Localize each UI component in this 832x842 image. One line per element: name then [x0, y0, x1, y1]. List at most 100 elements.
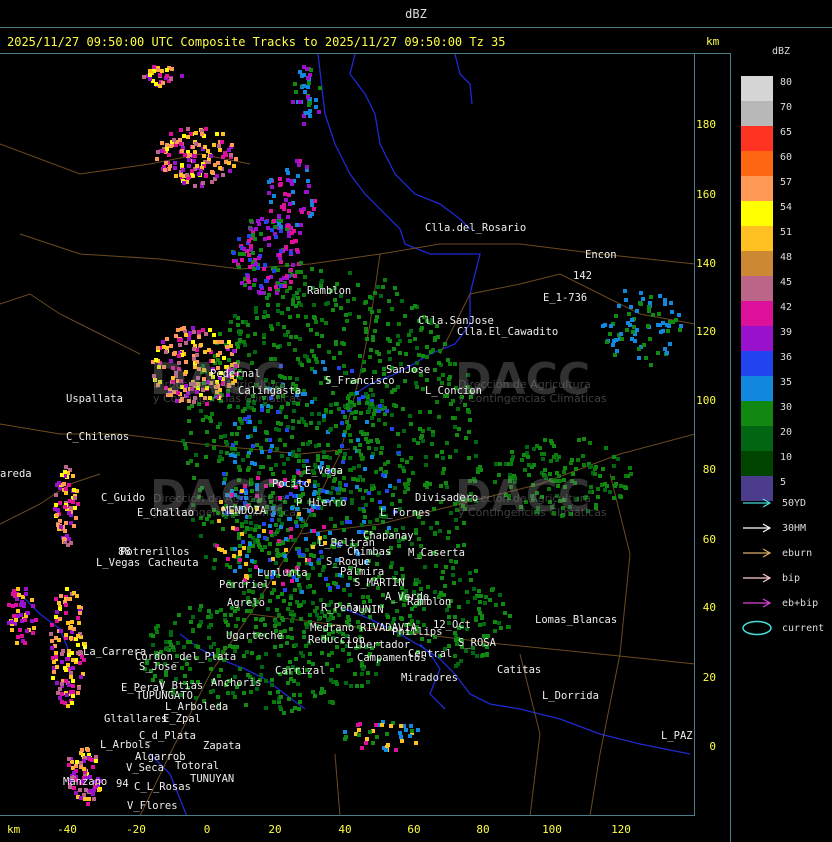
legend-swatch — [741, 126, 773, 151]
x-tick-label: -20 — [126, 823, 146, 836]
place-label: Encon — [585, 249, 617, 261]
place-label: C_L_Rosas — [134, 781, 191, 793]
x-tick-label: 120 — [611, 823, 631, 836]
y-tick-label: 40 — [702, 601, 716, 614]
place-label: Lunlunta — [257, 567, 308, 579]
x-tick-label: 100 — [542, 823, 562, 836]
y-tick-label: 80 — [702, 463, 716, 476]
place-label: Manzano — [63, 776, 108, 788]
place-label: Pocito — [272, 478, 310, 490]
place-label: Miradores — [401, 672, 458, 684]
legend-swatch — [741, 276, 773, 301]
legend-swatch-label: 5 — [780, 477, 787, 488]
place-label: L_Fornes — [380, 507, 431, 519]
arrow-icon — [743, 598, 772, 608]
x-tick-label: 60 — [407, 823, 421, 836]
place-label: L_Dorrida — [542, 690, 599, 702]
place-label: M_Caserta — [408, 547, 465, 559]
legend-swatch-label: 80 — [780, 77, 793, 88]
place-label: S_MARTIN — [354, 577, 405, 589]
place-label: Medrano — [310, 622, 355, 634]
place-label: E_1-736 — [543, 292, 588, 304]
x-tick-label: -40 — [57, 823, 77, 836]
legend-swatch-label: 60 — [780, 152, 793, 163]
legend-swatch — [741, 151, 773, 176]
place-label: JUNIN — [352, 604, 384, 616]
y-tick-label: 20 — [702, 671, 716, 684]
place-label: C_Chilenos — [66, 431, 130, 443]
legend-swatch-label: 54 — [780, 202, 793, 213]
place-label: S_Jose — [139, 661, 177, 673]
place-label: Clla.del_Rosario — [425, 222, 527, 234]
place-label: L_Concion — [425, 385, 482, 397]
legend-swatch-label: 57 — [780, 177, 793, 188]
header-bar: 2025/11/27 09:50:00 UTC Composite Tracks… — [0, 28, 731, 54]
y-tick-label: 0 — [709, 740, 716, 753]
place-label: L_Arbols — [100, 739, 151, 751]
window-title: dBZ — [0, 0, 832, 28]
legend-swatch — [741, 401, 773, 426]
legend-track-label: 30HM — [782, 522, 807, 534]
legend-swatch-label: 48 — [780, 252, 793, 263]
legend-swatch-label: 51 — [780, 227, 793, 238]
place-label: Cacheuta — [148, 557, 199, 569]
legend-swatch — [741, 226, 773, 251]
legend-track-label: eb+bip — [782, 597, 819, 609]
place-label: V_Seca — [126, 762, 164, 774]
legend-swatch-label: 42 — [780, 302, 793, 313]
place-label: Pedernal — [210, 368, 261, 380]
y-tick-label: 120 — [696, 325, 716, 338]
place-label: TUNUYAN — [190, 773, 235, 785]
legend-current-item: current — [741, 620, 824, 636]
place-label: P_Hierro — [296, 497, 347, 509]
legend-swatch — [741, 326, 773, 351]
legend-swatch — [741, 101, 773, 126]
x-tick-label: 40 — [338, 823, 352, 836]
place-label: Libertador — [347, 639, 411, 651]
radar-map[interactable]: DACC DACC DACC DACC Dirección de Agricul… — [0, 54, 695, 816]
place-label: Totoral — [175, 760, 220, 772]
legend-swatch — [741, 301, 773, 326]
legend-swatch-label: 30 — [780, 402, 793, 413]
legend-swatch — [741, 76, 773, 101]
ellipse-icon — [742, 620, 772, 636]
place-label: S_ROSA — [458, 637, 496, 649]
place-label: E_Challao — [137, 507, 194, 519]
x-tick-label: 20 — [268, 823, 282, 836]
legend-panel: dBZ 80 70 65 60 57 54 51 48 45 42 39 36 35 30 20 10 5 50… — [732, 28, 832, 842]
y-tick-label: 100 — [696, 394, 716, 407]
place-label: V_Flores — [127, 800, 178, 812]
legend-swatch — [741, 351, 773, 376]
place-label: Carrizal — [275, 665, 326, 677]
arrow-icon — [743, 498, 772, 508]
place-label: Gltallares — [104, 713, 168, 725]
place-label: Uspallata — [66, 393, 123, 405]
place-label: Clla.El_Cawadito — [457, 326, 559, 338]
legend-swatch — [741, 451, 773, 476]
legend-swatch-label: 10 — [780, 452, 793, 463]
legend-swatch-label: 39 — [780, 327, 793, 338]
legend-track-label: bip — [782, 572, 801, 584]
y-tick-label: 160 — [696, 188, 716, 201]
legend-swatch-label: 70 — [780, 102, 793, 113]
place-label: Ugarteche — [226, 630, 283, 642]
y-tick-label: 60 — [702, 533, 716, 546]
arrow-icon — [743, 573, 772, 583]
place-label: Calingasta — [238, 385, 302, 397]
legend-swatch-label: 20 — [780, 427, 793, 438]
legend-swatch-label: 35 — [780, 377, 793, 388]
place-label: Zapata — [203, 740, 241, 752]
legend-swatch-label: 65 — [780, 127, 793, 138]
arrow-icon — [743, 523, 772, 533]
place-label: MENDOZA — [222, 505, 267, 517]
place-label: L_Arboleda — [165, 701, 229, 713]
x-tick-label: 0 — [203, 823, 211, 836]
legend-track-label: 50YD — [782, 497, 807, 509]
legend-track-item: eburn — [741, 546, 812, 560]
place-label: Perdriel — [219, 579, 270, 591]
legend-swatch-label: 45 — [780, 277, 793, 288]
legend-track-item: bip — [741, 571, 800, 585]
place-label: C_Guido — [101, 492, 146, 504]
place-label: L_Vegas — [96, 557, 141, 569]
place-label: Lomas_Blancas — [535, 614, 618, 626]
